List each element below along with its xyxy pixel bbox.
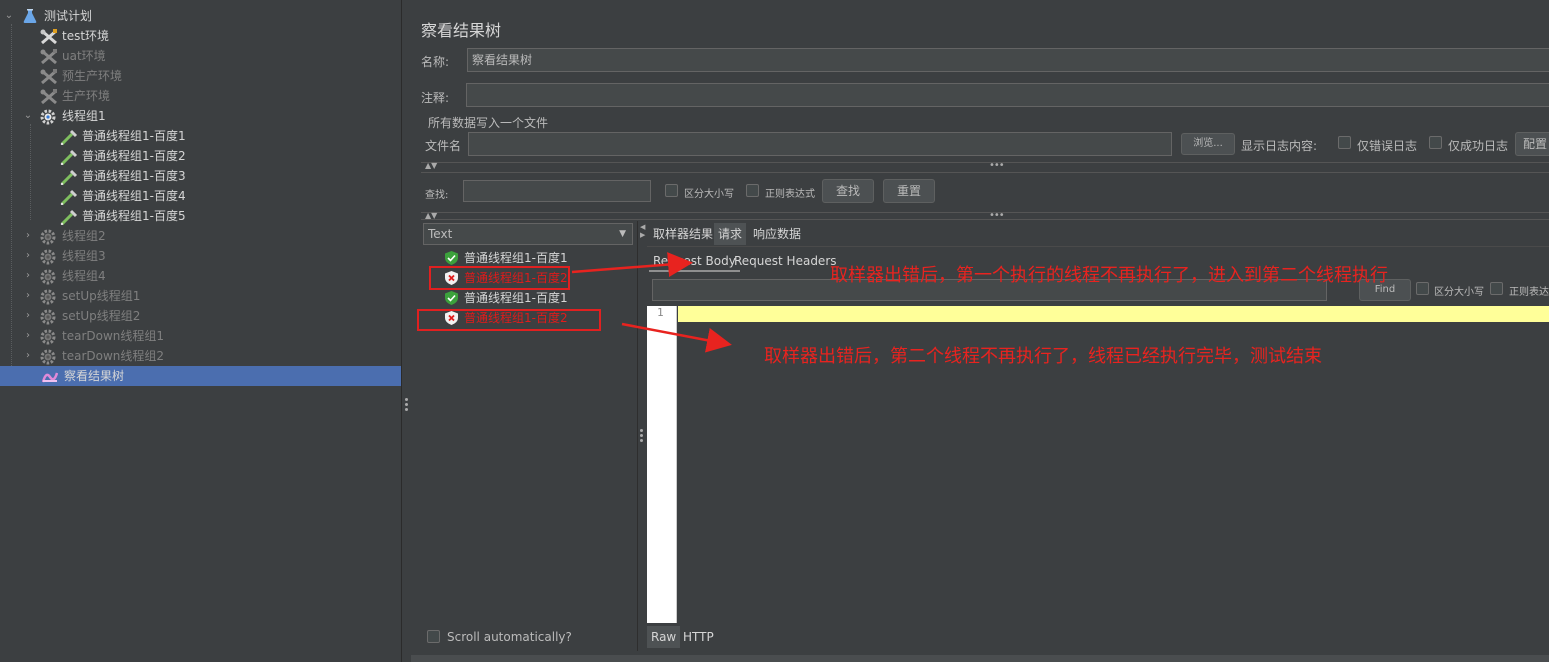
arrow-1 — [571, 252, 693, 278]
annotation-note-1: 取样器出错后，第一个执行的线程不再执行了，进入到第二个线程执行 — [830, 265, 1388, 286]
arrow-2 — [621, 322, 732, 353]
annotation-arrows — [571, 252, 732, 353]
annotation-note-2: 取样器出错后，第二个线程不再执行了，线程已经执行完毕，测试结束 — [764, 346, 1322, 367]
